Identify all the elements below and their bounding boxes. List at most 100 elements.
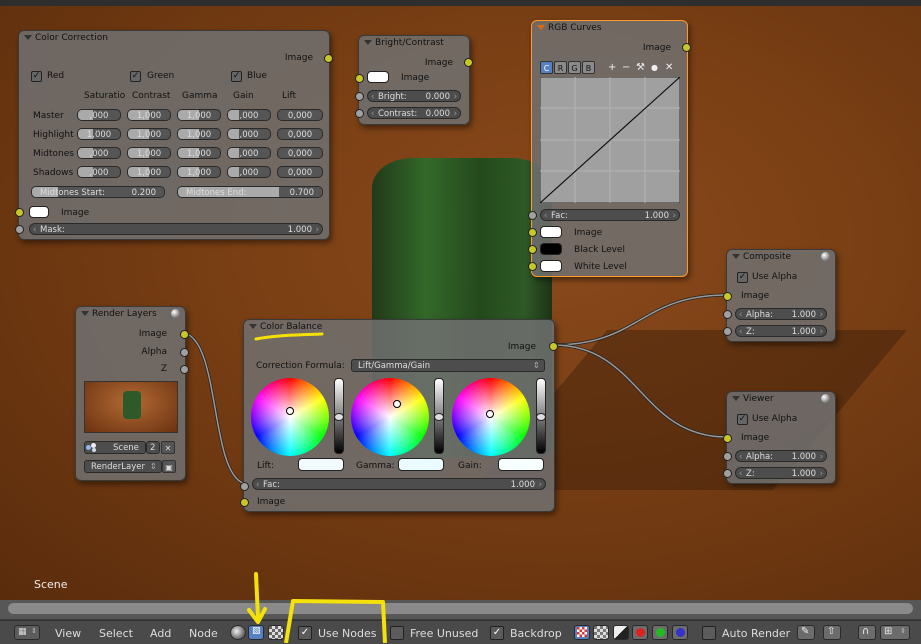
- node-preview-icon[interactable]: [821, 394, 830, 403]
- zoom-in-icon[interactable]: +: [608, 62, 616, 73]
- z-field[interactable]: Z:1.000: [735, 325, 827, 338]
- output-image-socket[interactable]: [180, 330, 189, 339]
- fac-socket[interactable]: [528, 211, 537, 220]
- node-header[interactable]: Render Layers: [76, 307, 185, 321]
- node-editor-backdrop[interactable]: Color Correction Image ✓ Red ✓ Green ✓ B…: [0, 0, 921, 600]
- curve-graph[interactable]: [540, 77, 680, 203]
- bright-socket[interactable]: [355, 92, 364, 101]
- white-level-swatch[interactable]: [540, 260, 562, 272]
- output-z-socket[interactable]: [180, 365, 189, 374]
- menu-node[interactable]: Node: [189, 627, 218, 640]
- value-slider[interactable]: 1,000: [127, 109, 171, 121]
- input-image-socket[interactable]: [240, 498, 249, 507]
- composite-node[interactable]: Composite ✓ Use Alpha Image Alpha:1.000 …: [723, 249, 836, 342]
- node-header[interactable]: RGB Curves: [532, 21, 687, 35]
- black-level-swatch[interactable]: [540, 243, 562, 255]
- node-header[interactable]: Viewer: [727, 392, 835, 406]
- snap-toggle-icon[interactable]: ∩: [858, 625, 876, 640]
- value-slider[interactable]: ,000: [77, 147, 121, 159]
- slider-knob[interactable]: [434, 413, 444, 421]
- auto-render-checkbox[interactable]: [702, 626, 716, 640]
- input-image-socket[interactable]: [723, 434, 732, 443]
- lift-value-slider[interactable]: [334, 378, 344, 454]
- tab-red[interactable]: R: [554, 61, 567, 74]
- gamma-color-swatch[interactable]: [398, 458, 444, 471]
- backdrop-channels-color-icon[interactable]: [574, 625, 590, 640]
- lift-color-swatch[interactable]: [298, 458, 344, 471]
- output-image-socket[interactable]: [549, 342, 558, 351]
- value-slider[interactable]: ,000: [77, 166, 121, 178]
- bright-contrast-node[interactable]: Bright/Contrast Image Image Bright:0.000…: [355, 35, 473, 125]
- value-slider[interactable]: 1,000: [177, 147, 221, 159]
- blue-checkbox[interactable]: ✓: [231, 71, 242, 82]
- value-slider[interactable]: 1,000: [127, 166, 171, 178]
- node-header[interactable]: Bright/Contrast: [359, 36, 469, 50]
- gamma-value-slider[interactable]: [434, 378, 444, 454]
- wheel-cursor[interactable]: [486, 410, 494, 418]
- lift-color-wheel[interactable]: [251, 378, 329, 456]
- value-slider[interactable]: 0,000: [277, 166, 323, 178]
- horizontal-scrollbar[interactable]: [8, 603, 913, 614]
- output-image-socket[interactable]: [324, 54, 333, 63]
- contrast-socket[interactable]: [355, 109, 364, 118]
- alpha-field[interactable]: Alpha:1.000: [735, 308, 827, 321]
- color-correction-node[interactable]: Color Correction Image ✓ Red ✓ Green ✓ B…: [15, 30, 333, 240]
- input-image-socket[interactable]: [723, 292, 732, 301]
- backdrop-color-only-icon[interactable]: [613, 625, 629, 640]
- alpha-socket[interactable]: [723, 310, 732, 319]
- menu-add[interactable]: Add: [150, 627, 171, 640]
- value-slider[interactable]: 0,000: [277, 147, 323, 159]
- wrench-icon[interactable]: ⚒: [636, 62, 645, 73]
- parent-node-tree-icon[interactable]: ⇧: [823, 625, 841, 640]
- snap-element-icon[interactable]: ⊞ ⇕: [880, 625, 910, 640]
- value-slider[interactable]: 1,000: [77, 128, 121, 140]
- scene-users-count[interactable]: 2: [146, 441, 160, 454]
- green-channel-icon[interactable]: [652, 625, 668, 640]
- bright-field[interactable]: Bright:0.000: [367, 90, 461, 103]
- rgb-curves-node[interactable]: RGB Curves Image C R G B + − ⚒ ● ✕ Fac:1…: [528, 20, 691, 277]
- gain-color-swatch[interactable]: [498, 458, 544, 471]
- fac-field[interactable]: Fac:1.000: [252, 478, 546, 491]
- menu-view[interactable]: View: [55, 627, 81, 640]
- output-image-socket[interactable]: [464, 58, 473, 67]
- value-slider[interactable]: 1,000: [177, 128, 221, 140]
- use-alpha-checkbox[interactable]: ✓: [737, 272, 748, 283]
- value-slider[interactable]: ,000: [227, 147, 271, 159]
- value-slider[interactable]: 1,000: [127, 147, 171, 159]
- editor-type-icon[interactable]: ▦ ⇕: [14, 625, 40, 640]
- gain-color-wheel[interactable]: [452, 378, 530, 456]
- menu-select[interactable]: Select: [99, 627, 133, 640]
- red-channel-icon[interactable]: [632, 625, 648, 640]
- node-preview-icon[interactable]: [821, 252, 830, 261]
- color-balance-node[interactable]: Color Balance Image Correction Formula: …: [240, 319, 558, 512]
- red-checkbox[interactable]: ✓: [31, 71, 42, 82]
- node-header[interactable]: Composite: [727, 250, 835, 264]
- mask-field[interactable]: Mask:1.000: [29, 223, 323, 236]
- pin-icon[interactable]: ✎: [797, 625, 815, 640]
- wheel-cursor[interactable]: [393, 400, 401, 408]
- wheel-cursor[interactable]: [286, 407, 294, 415]
- zoom-out-icon[interactable]: −: [622, 62, 630, 73]
- backdrop-checkbox[interactable]: ✓: [490, 626, 504, 640]
- correction-formula-select[interactable]: Lift/Gamma/Gain ⇕: [351, 359, 545, 372]
- value-slider[interactable]: 0,000: [277, 109, 323, 121]
- value-slider[interactable]: 1,000: [177, 109, 221, 121]
- gamma-color-wheel[interactable]: [351, 378, 429, 456]
- value-slider[interactable]: ,000: [227, 166, 271, 178]
- contrast-field[interactable]: Contrast:0.000: [367, 107, 461, 120]
- backdrop-alpha-icon[interactable]: [593, 625, 609, 640]
- render-layer-selector[interactable]: RenderLayer ⇕: [84, 460, 162, 473]
- value-slider[interactable]: 1,000: [177, 166, 221, 178]
- z-socket[interactable]: [723, 327, 732, 336]
- value-slider[interactable]: ,000: [227, 128, 271, 140]
- z-socket[interactable]: [723, 469, 732, 478]
- mask-socket[interactable]: [15, 225, 24, 234]
- alpha-field[interactable]: Alpha:1.000: [735, 450, 827, 463]
- render-layers-node[interactable]: Render Layers Image Alpha Z Scene 2 ✕ Re…: [75, 306, 189, 481]
- midtones-end-slider[interactable]: Midtones End: 0.700: [177, 186, 323, 198]
- node-header[interactable]: Color Correction: [19, 31, 329, 45]
- output-alpha-socket[interactable]: [180, 348, 189, 357]
- midtones-start-slider[interactable]: Midtones Start: 0.200: [31, 186, 165, 198]
- green-checkbox[interactable]: ✓: [130, 71, 141, 82]
- input-color-swatch[interactable]: [29, 206, 49, 218]
